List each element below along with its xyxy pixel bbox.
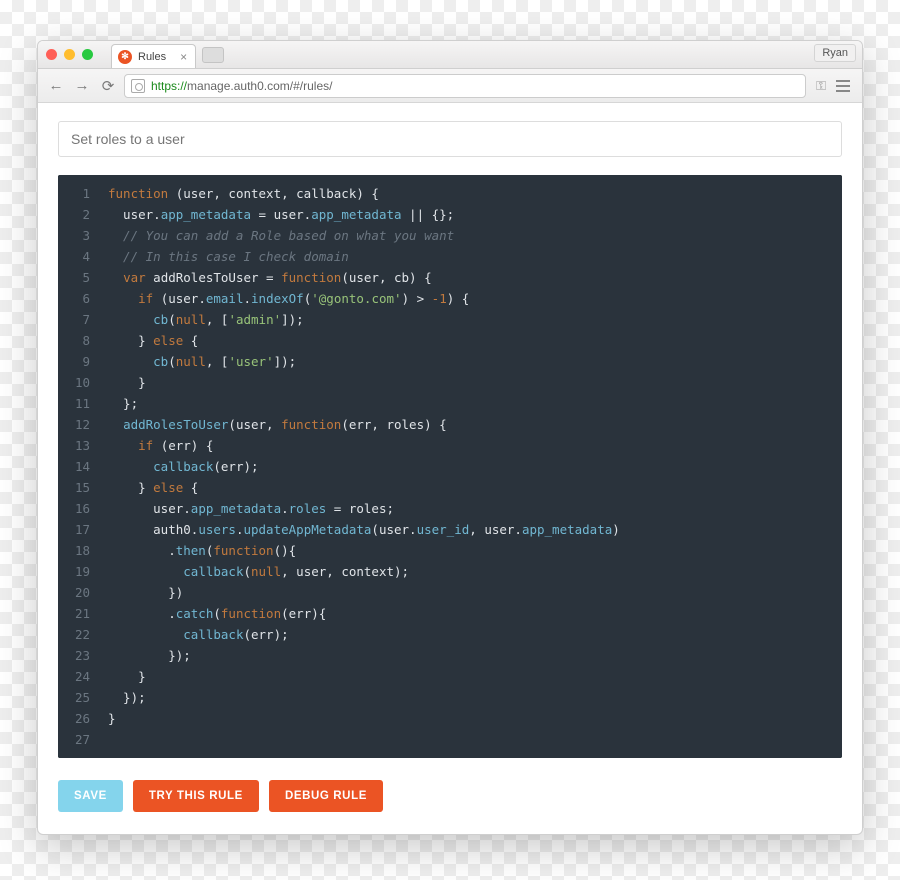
close-tab-icon[interactable]: × [180, 50, 187, 64]
line-number: 7 [58, 309, 94, 330]
code-line[interactable]: callback(null, user, context); [108, 561, 842, 582]
code-line[interactable]: if (err) { [108, 435, 842, 456]
line-number: 20 [58, 582, 94, 603]
url-text: https://manage.auth0.com/#/rules/ [151, 79, 332, 93]
try-rule-button[interactable]: Try this rule [133, 780, 259, 812]
code-line[interactable]: } else { [108, 477, 842, 498]
window-controls [46, 49, 93, 60]
reload-button[interactable]: ⟳ [98, 76, 118, 96]
minimize-window-icon[interactable] [64, 49, 75, 60]
line-number: 25 [58, 687, 94, 708]
auth0-favicon-icon: ✻ [118, 50, 132, 64]
hamburger-menu-icon[interactable] [832, 75, 854, 97]
window-titlebar: ✻ Rules × Ryan [38, 41, 862, 69]
code-line[interactable]: addRolesToUser(user, function(err, roles… [108, 414, 842, 435]
line-number: 23 [58, 645, 94, 666]
line-number: 24 [58, 666, 94, 687]
code-line[interactable]: .then(function(){ [108, 540, 842, 561]
code-line[interactable]: } [108, 372, 842, 393]
code-line[interactable]: function (user, context, callback) { [108, 183, 842, 204]
line-number: 17 [58, 519, 94, 540]
code-editor[interactable]: 1234567891011121314151617181920212223242… [58, 175, 842, 758]
code-line[interactable]: if (user.email.indexOf('@gonto.com') > -… [108, 288, 842, 309]
code-line[interactable]: }) [108, 582, 842, 603]
line-number: 27 [58, 729, 94, 750]
debug-rule-button[interactable]: Debug rule [269, 780, 383, 812]
code-line[interactable]: } [108, 666, 842, 687]
code-line[interactable]: // In this case I check domain [108, 246, 842, 267]
address-bar[interactable]: https://manage.auth0.com/#/rules/ [124, 74, 806, 98]
line-number: 3 [58, 225, 94, 246]
zoom-window-icon[interactable] [82, 49, 93, 60]
code-line[interactable]: }; [108, 393, 842, 414]
forward-button[interactable]: → [72, 76, 92, 96]
line-number: 15 [58, 477, 94, 498]
close-window-icon[interactable] [46, 49, 57, 60]
code-line[interactable]: // You can add a Role based on what you … [108, 225, 842, 246]
line-number-gutter: 1234567891011121314151617181920212223242… [58, 175, 104, 758]
line-number: 14 [58, 456, 94, 477]
tab-title: Rules [138, 51, 166, 63]
browser-tab[interactable]: ✻ Rules × [111, 44, 196, 68]
code-line[interactable]: }); [108, 645, 842, 666]
line-number: 22 [58, 624, 94, 645]
line-number: 9 [58, 351, 94, 372]
browser-toolbar: ← → ⟳ https://manage.auth0.com/#/rules/ … [38, 69, 862, 103]
code-line[interactable]: user.app_metadata.roles = roles; [108, 498, 842, 519]
code-line[interactable]: .catch(function(err){ [108, 603, 842, 624]
line-number: 13 [58, 435, 94, 456]
action-buttons: Save Try this rule Debug rule [58, 780, 842, 812]
profile-badge[interactable]: Ryan [814, 44, 856, 62]
browser-window: ✻ Rules × Ryan ← → ⟳ https://manage.auth… [37, 40, 863, 835]
line-number: 18 [58, 540, 94, 561]
code-line[interactable]: } [108, 708, 842, 729]
code-line[interactable]: user.app_metadata = user.app_metadata ||… [108, 204, 842, 225]
new-tab-button[interactable] [202, 47, 224, 63]
line-number: 6 [58, 288, 94, 309]
line-number: 10 [58, 372, 94, 393]
code-line[interactable]: }); [108, 687, 842, 708]
line-number: 4 [58, 246, 94, 267]
line-number: 1 [58, 183, 94, 204]
site-info-icon[interactable] [131, 79, 145, 93]
line-number: 12 [58, 414, 94, 435]
code-line[interactable]: callback(err); [108, 624, 842, 645]
line-number: 5 [58, 267, 94, 288]
page-content: 1234567891011121314151617181920212223242… [38, 103, 862, 834]
rule-name-input[interactable] [58, 121, 842, 157]
line-number: 26 [58, 708, 94, 729]
line-number: 2 [58, 204, 94, 225]
line-number: 21 [58, 603, 94, 624]
code-line[interactable]: } else { [108, 330, 842, 351]
back-button[interactable]: ← [46, 76, 66, 96]
code-line[interactable]: cb(null, ['user']); [108, 351, 842, 372]
code-line[interactable]: cb(null, ['admin']); [108, 309, 842, 330]
line-number: 16 [58, 498, 94, 519]
code-line[interactable]: callback(err); [108, 456, 842, 477]
password-key-icon[interactable]: ⚿ [816, 78, 826, 94]
code-line[interactable]: var addRolesToUser = function(user, cb) … [108, 267, 842, 288]
save-button[interactable]: Save [58, 780, 123, 812]
line-number: 19 [58, 561, 94, 582]
code-area[interactable]: function (user, context, callback) { use… [104, 175, 842, 758]
code-line[interactable]: auth0.users.updateAppMetadata(user.user_… [108, 519, 842, 540]
line-number: 8 [58, 330, 94, 351]
line-number: 11 [58, 393, 94, 414]
